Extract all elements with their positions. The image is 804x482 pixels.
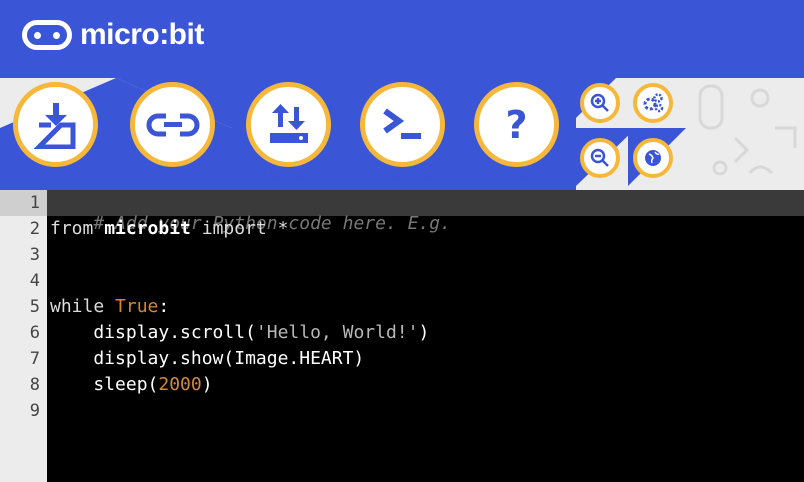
help-icon: ? [474,82,559,167]
keyword-import: import * [201,218,289,239]
zoom-out-button[interactable] [580,138,620,178]
string-literal: 'Hello, World!' [255,322,419,343]
connect-label: Connect [153,170,195,182]
code-text: display.scroll( [50,322,256,343]
line-number: 4 [29,271,40,291]
language-icon [645,150,661,166]
microbit-logo-icon [22,20,72,50]
code-line-2: from microbit import * [50,218,288,239]
code-text: sleep( [50,374,159,395]
code-text: display.show(Image.HEART) [50,348,365,369]
microbit-logo: micro:bit [22,18,204,52]
keyword-true: True [115,296,159,317]
connect-button[interactable]: Connect [116,78,232,190]
colon: : [158,296,170,317]
line-number: 8 [29,375,40,395]
module-name: microbit [104,218,191,239]
help-button[interactable]: ? Help [464,78,579,190]
code-line-5: while True: [50,296,169,317]
zoom-in-icon [590,93,609,112]
serial-icon [360,82,445,167]
download-button[interactable]: Download [0,78,116,190]
line-number: 2 [29,219,40,239]
line-number: 6 [29,323,40,343]
line-number-gutter: 1 2 3 4 5 6 7 8 9 [0,190,47,482]
line-number: 3 [29,245,40,265]
toolbar: Download Connect Load/Save Open Serial ?… [0,78,804,190]
code-line-7: display.show(Image.HEART) [50,348,364,369]
open-serial-button[interactable]: Open Serial [348,78,464,190]
load-save-button[interactable]: Load/Save [232,78,348,190]
code-text: ) [418,322,430,343]
keyword-from: from [50,218,94,239]
load-save-label: Load/Save [263,170,317,182]
zoom-out-icon [590,148,609,167]
settings-button[interactable] [633,83,673,123]
keyword-while: while [50,296,105,317]
code-text: ) [201,374,213,395]
line-number: 7 [29,349,40,369]
load-save-icon [246,82,331,167]
logo-text: micro:bit [80,18,204,51]
line-number: 1 [29,193,40,213]
settings-icon [643,93,664,113]
download-icon [13,82,98,167]
download-label: Download [33,170,83,182]
connect-icon [130,82,215,167]
code-line-8: sleep(2000) [50,374,213,395]
code-line-6: display.scroll('Hello, World!') [50,322,429,343]
language-button[interactable] [633,138,673,178]
line-number: 5 [29,297,40,317]
header-bar: micro:bit [0,0,804,78]
open-serial-label: Open Serial [376,170,436,182]
help-label: Help [510,170,534,182]
number-literal: 2000 [158,374,202,395]
zoom-in-button[interactable] [580,83,620,123]
code-editor[interactable]: 1 2 3 4 5 6 7 8 9 # Add your Python code… [0,190,804,482]
line-number: 9 [29,401,40,421]
